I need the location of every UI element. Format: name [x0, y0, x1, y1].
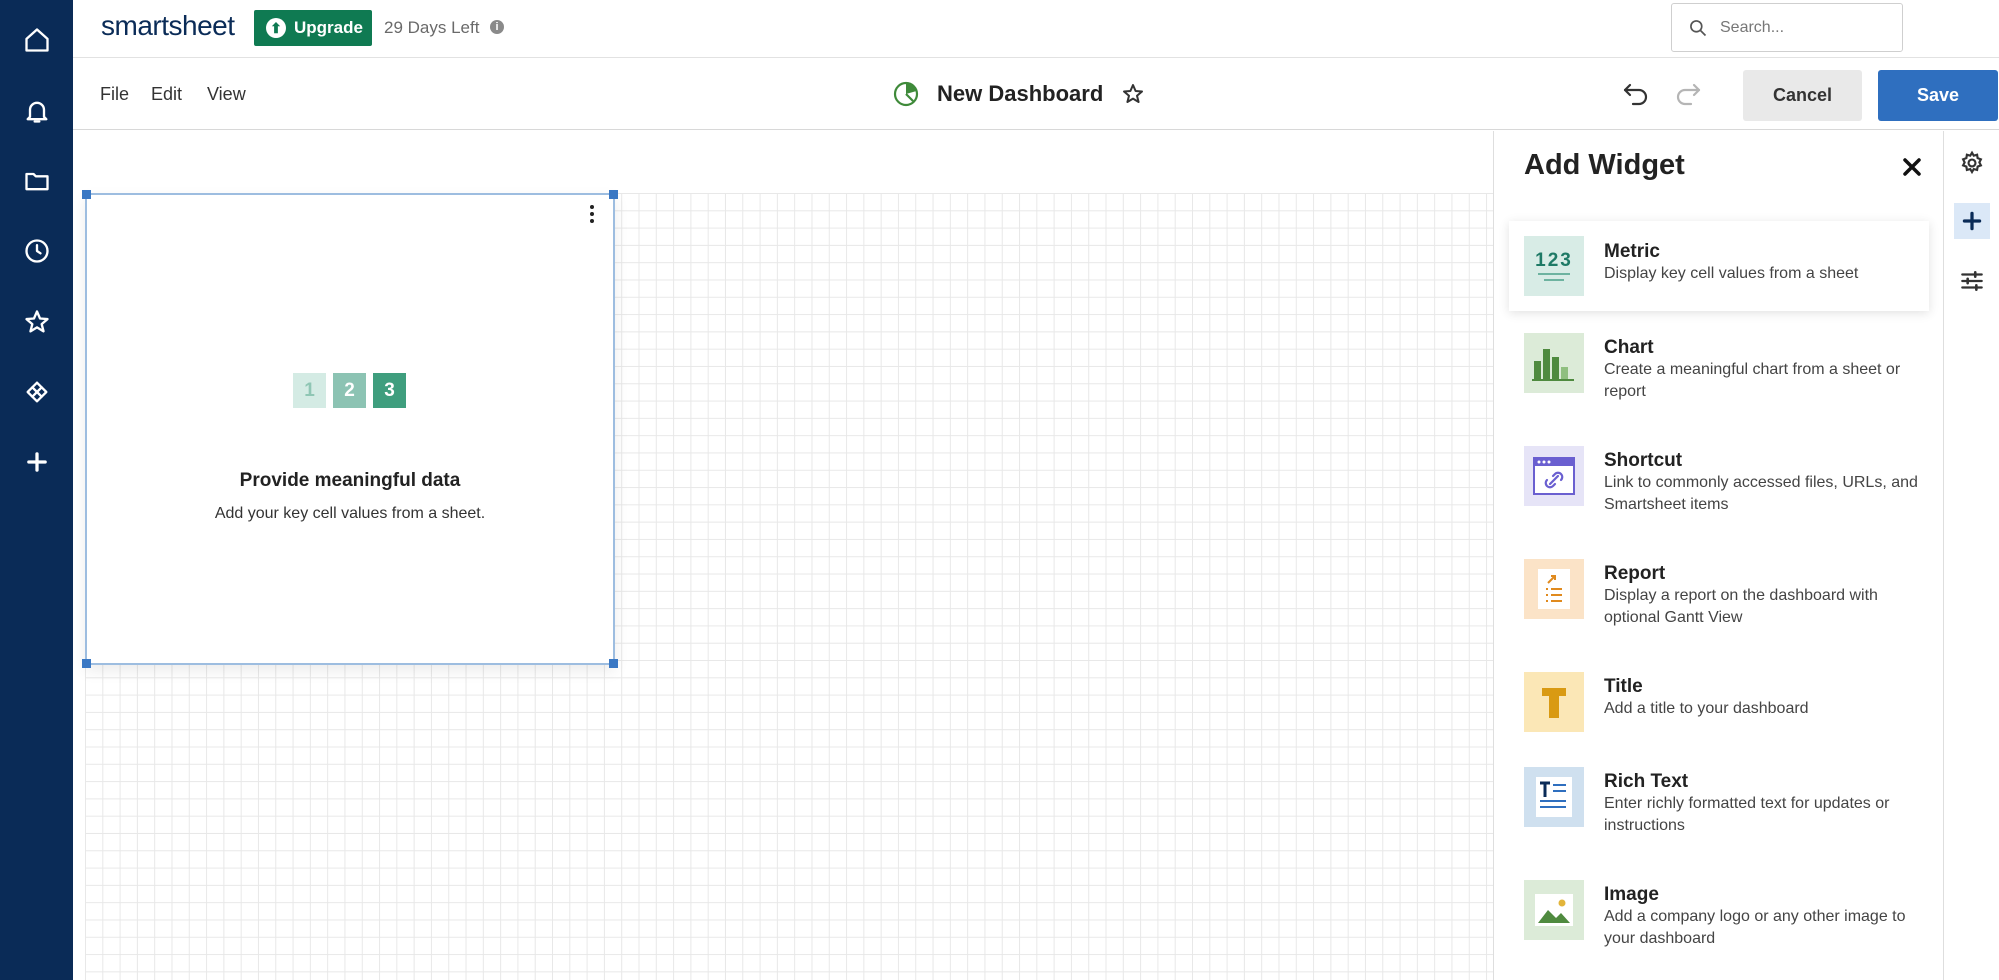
upgrade-arrow-icon: ⬆	[266, 18, 286, 38]
recents-button[interactable]	[0, 223, 73, 279]
metric-icon: 123	[1524, 236, 1584, 296]
bell-icon	[26, 101, 47, 123]
left-nav	[0, 0, 73, 980]
solution-center-button[interactable]	[0, 364, 73, 420]
widget-item-chart[interactable]: Chart Create a meaningful chart from a s…	[1509, 331, 1929, 431]
redo-button[interactable]	[1673, 78, 1703, 108]
widget-item-image[interactable]: Image Add a company logo or any other im…	[1509, 878, 1929, 978]
cancel-button[interactable]: Cancel	[1743, 70, 1862, 121]
widget-item-name: Rich Text	[1604, 771, 1689, 792]
title-icon	[1524, 672, 1584, 732]
home-button[interactable]	[0, 12, 73, 68]
undo-button[interactable]	[1621, 78, 1651, 108]
dashboard-canvas[interactable]: 1 2 3 Provide meaningful data Add your k…	[73, 131, 1493, 980]
widget-item-desc: Display a report on the dashboard with o…	[1604, 587, 1878, 626]
close-panel-button[interactable]	[1900, 155, 1924, 179]
resize-handle-bottom-right[interactable]	[609, 659, 618, 668]
redo-icon	[1676, 83, 1701, 106]
widget-item-name: Report	[1604, 563, 1666, 584]
home-icon	[24, 28, 49, 52]
info-icon[interactable]: i	[490, 20, 504, 34]
metric-placeholder-icon: 1 2 3	[293, 373, 406, 408]
upgrade-button[interactable]: ⬆ Upgrade	[254, 10, 372, 46]
star-icon	[24, 310, 49, 333]
search-icon	[1690, 19, 1707, 36]
dashboard-toolbar: File Edit View New Dashboard Cancel Save	[73, 58, 1999, 130]
widget-item-name: Chart	[1604, 337, 1654, 358]
widget-item-name: Title	[1604, 676, 1643, 697]
dashboard-title[interactable]: New Dashboard	[937, 81, 1103, 107]
favorites-button[interactable]	[0, 294, 73, 350]
widget-item-name: Metric	[1604, 241, 1660, 262]
resize-handle-bottom-left[interactable]	[82, 659, 91, 668]
add-widget-panel: Add Widget 123 Metric Display key cell v…	[1493, 131, 1943, 980]
trial-days-left: 29 Days Left	[384, 18, 480, 37]
create-button[interactable]	[0, 434, 73, 490]
filters-button[interactable]	[1954, 263, 1990, 299]
save-button[interactable]: Save	[1878, 70, 1998, 121]
solutions-icon	[26, 381, 47, 403]
widget-item-report[interactable]: Report Display a report on the dashboard…	[1509, 557, 1929, 657]
metric-number-2: 2	[333, 373, 366, 408]
widget-item-title[interactable]: Title Add a title to your dashboard	[1509, 670, 1929, 750]
widget-item-desc: Display key cell values from a sheet	[1604, 265, 1859, 282]
widget-item-desc: Enter richly formatted text for updates …	[1604, 795, 1890, 834]
right-rail	[1943, 131, 1999, 980]
widget-item-desc: Link to commonly accessed files, URLs, a…	[1604, 474, 1918, 513]
folder-icon	[24, 172, 49, 191]
browse-button[interactable]	[0, 153, 73, 209]
widget-more-options-icon[interactable]	[587, 203, 597, 225]
svg-text:123: 123	[1535, 250, 1573, 271]
widget-item-name: Image	[1604, 884, 1659, 905]
add-widget-button[interactable]	[1954, 203, 1990, 239]
widget-item-desc: Create a meaningful chart from a sheet o…	[1604, 361, 1901, 400]
resize-handle-top-left[interactable]	[82, 190, 91, 199]
favorite-star-icon[interactable]	[1121, 82, 1145, 106]
widget-item-metric[interactable]: 123 Metric Display key cell values from …	[1509, 221, 1929, 311]
dashboard-title-group: New Dashboard	[893, 74, 1145, 114]
widget-item-rich-text[interactable]: Rich Text Enter richly formatted text fo…	[1509, 765, 1929, 865]
metric-widget[interactable]: 1 2 3 Provide meaningful data Add your k…	[82, 190, 618, 668]
close-icon	[1903, 158, 1921, 176]
chart-icon	[1524, 333, 1584, 393]
upgrade-label: Upgrade	[294, 18, 363, 37]
search-input[interactable]	[1720, 18, 1890, 37]
sliders-icon	[1961, 271, 1983, 291]
dashboard-icon	[893, 81, 919, 107]
widget-subtitle: Add your key cell values from a sheet.	[214, 505, 486, 522]
widget-item-shortcut[interactable]: Shortcut Link to commonly accessed files…	[1509, 444, 1929, 544]
menu-view[interactable]: View	[207, 84, 246, 105]
menu-file[interactable]: File	[100, 84, 129, 105]
shortcut-icon	[1524, 446, 1584, 506]
widget-title: Provide meaningful data	[239, 470, 461, 491]
clock-icon	[24, 239, 49, 263]
widget-item-name: Shortcut	[1604, 450, 1683, 471]
resize-handle-top-right[interactable]	[609, 190, 618, 199]
panel-title: Add Widget	[1524, 149, 1685, 181]
metric-number-1: 1	[293, 373, 326, 408]
image-icon	[1524, 880, 1584, 940]
smartsheet-logo[interactable]: smartsheet	[101, 10, 235, 42]
search-box[interactable]	[1671, 3, 1903, 52]
top-bar: smartsheet ⬆ Upgrade 29 Days Left i	[73, 0, 1999, 58]
gear-icon	[1961, 150, 1983, 175]
widget-item-desc: Add a title to your dashboard	[1604, 700, 1809, 717]
menu-edit[interactable]: Edit	[151, 84, 182, 105]
metric-number-3: 3	[373, 373, 406, 408]
report-icon	[1524, 559, 1584, 619]
settings-button[interactable]	[1954, 145, 1990, 181]
undo-icon	[1623, 83, 1648, 106]
rich-text-icon	[1524, 767, 1584, 827]
plus-icon	[26, 452, 47, 472]
notifications-button[interactable]	[0, 83, 73, 139]
widget-item-desc: Add a company logo or any other image to…	[1604, 908, 1906, 947]
plus-icon	[1962, 211, 1982, 231]
